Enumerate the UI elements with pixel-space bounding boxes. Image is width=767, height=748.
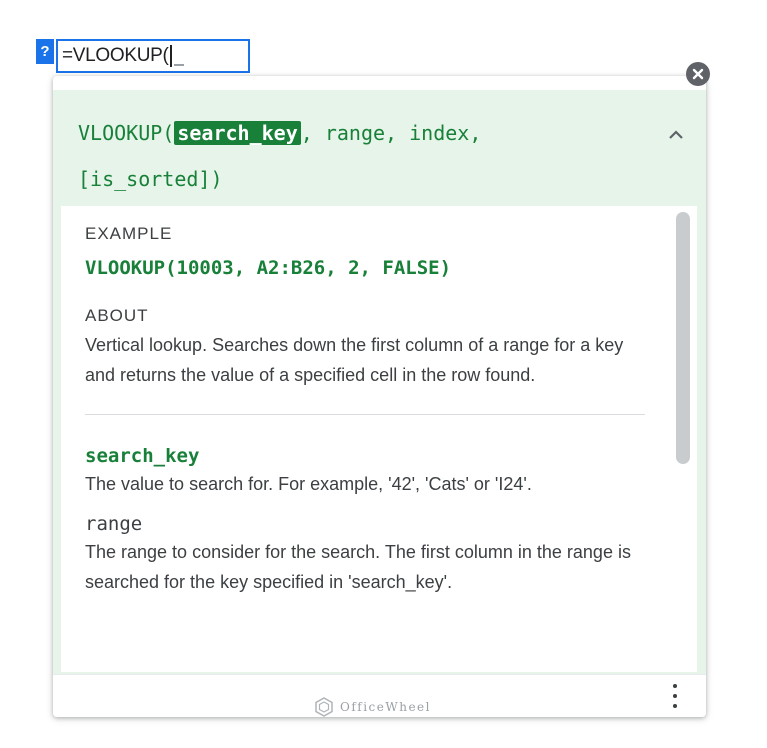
more-options-button[interactable] [665,684,685,710]
more-vert-icon [673,684,677,708]
help-details-panel[interactable]: EXAMPLE VLOOKUP(10003, A2:B26, 2, FALSE)… [61,206,697,672]
collapse-button[interactable] [667,128,685,146]
argument-placeholder [173,64,184,66]
signature-params-line2: [is_sorted]) [78,167,223,191]
function-name: VLOOKUP( [78,121,175,145]
example-code: VLOOKUP(10003, A2:B26, 2, FALSE) [85,257,452,279]
function-signature: VLOOKUP(search_key, range, index, [is_so… [78,110,618,202]
formula-text: =VLOOKUP( [62,45,169,66]
divider [85,414,645,415]
close-icon [692,68,704,80]
watermark: OfficeWheel [314,697,431,717]
about-text: Vertical lookup. Searches down the first… [85,335,624,385]
formula-cell[interactable]: ? =VLOOKUP( [36,39,250,73]
help-footer: OfficeWheel [53,674,706,717]
close-help-button[interactable] [686,62,710,86]
text-caret [169,45,172,67]
param-desc-search-key: The value to search for. For example, '4… [85,474,532,494]
about-label: ABOUT [85,306,149,325]
officewheel-logo-icon [315,697,333,717]
param-name-range: range [85,513,143,535]
param-desc-range: The range to consider for the search. Th… [85,542,631,592]
function-signature-panel: VLOOKUP(search_key, range, index, [is_so… [53,90,706,206]
chevron-up-icon [669,130,683,139]
formula-help-toggle[interactable]: ? [36,39,54,64]
formula-input[interactable]: =VLOOKUP( [56,39,250,73]
param-name-search-key: search_key [85,445,200,467]
active-parameter: search_key [174,121,301,145]
watermark-text: OfficeWheel [340,700,431,714]
function-help-popup: VLOOKUP(search_key, range, index, [is_so… [53,76,706,717]
scrollbar-thumb[interactable] [676,212,690,464]
example-label: EXAMPLE [85,224,173,243]
signature-params-line1: , range, index, [300,121,482,145]
